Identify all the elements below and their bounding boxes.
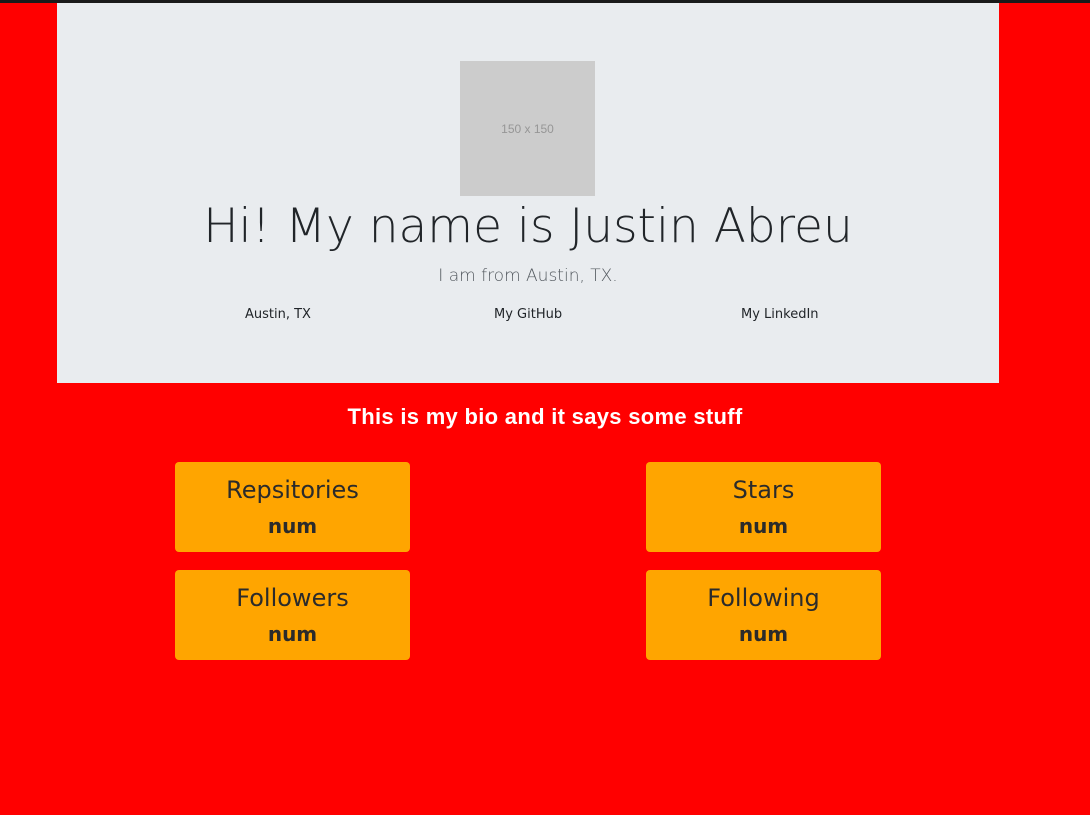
following-value: num: [738, 622, 789, 646]
github-link[interactable]: My GitHub: [494, 307, 562, 322]
repositories-value: num: [267, 514, 318, 538]
linkedin-link[interactable]: My LinkedIn: [741, 307, 819, 322]
followers-value: num: [267, 622, 318, 646]
bio-text: This is my bio and it says some stuff: [347, 404, 743, 429]
stars-label: Stars: [732, 476, 795, 504]
repositories-label: Repsitories: [226, 476, 359, 504]
page-subtitle: I am from Austin, TX.: [438, 266, 618, 286]
followers-label: Followers: [236, 584, 349, 612]
page-title: Hi! My name is Justin Abreu: [203, 199, 853, 254]
followers-card: Followers num: [175, 570, 410, 660]
repositories-card: Repsitories num: [175, 462, 410, 552]
stars-card: Stars num: [646, 462, 881, 552]
avatar-placeholder-text: 150 x 150: [501, 121, 554, 136]
stars-value: num: [738, 514, 789, 538]
location-link[interactable]: Austin, TX: [245, 307, 311, 322]
avatar: 150 x 150: [460, 61, 595, 196]
following-card: Following num: [646, 570, 881, 660]
following-label: Following: [707, 584, 820, 612]
profile-jumbotron: 150 x 150 Hi! My name is Justin Abreu I …: [57, 3, 999, 383]
